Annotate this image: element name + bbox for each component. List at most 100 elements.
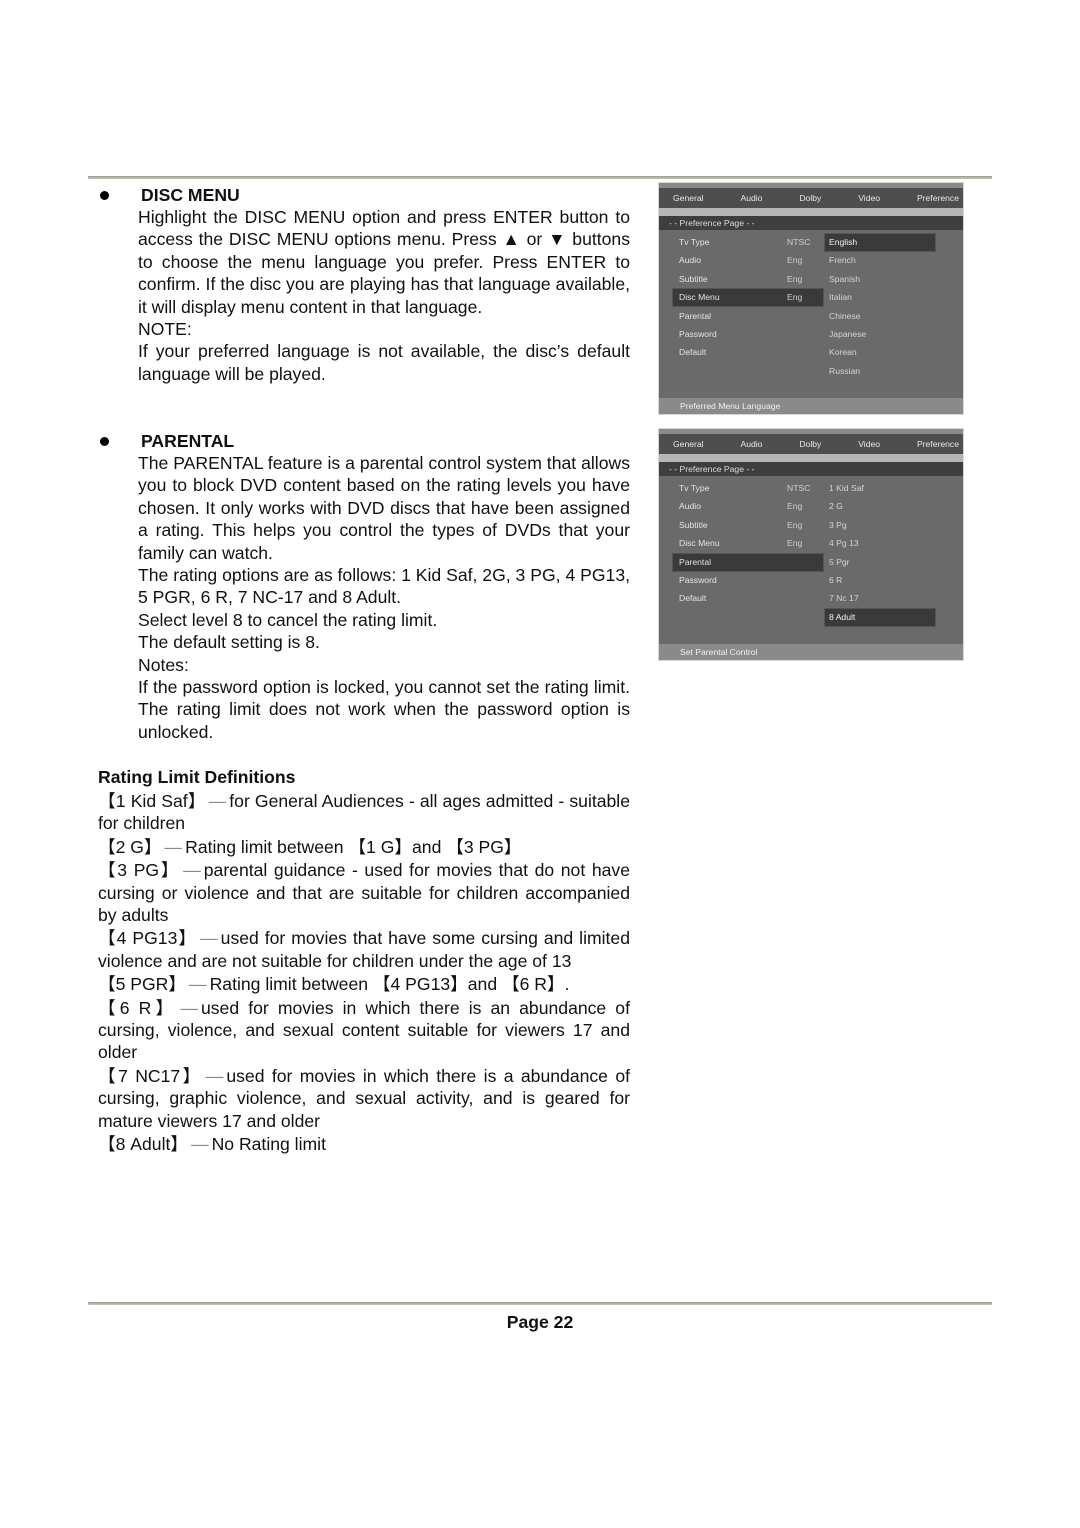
rating-definition-item: 【7 NC17】 — used for movies in which there … bbox=[98, 1065, 630, 1132]
osd-option: Italian bbox=[829, 292, 852, 303]
osd-tab-general: General bbox=[673, 439, 704, 449]
osd-option: Korean bbox=[829, 347, 857, 358]
disc-menu-paragraph: Highlight the DISC MENU option and press… bbox=[138, 207, 630, 317]
osd-disc-menu-screenshot: General Audio Dolby Video Preference - - Pre… bbox=[659, 183, 963, 414]
parental-default-text: The default setting is 8. bbox=[138, 632, 320, 653]
bullet-icon bbox=[100, 190, 109, 200]
dash-separator: — bbox=[200, 928, 218, 949]
osd-row-audio: Audio Eng bbox=[673, 252, 823, 269]
rating-tag: 【7 NC17】 bbox=[98, 1065, 203, 1086]
osd-row-label: Subtitle bbox=[679, 273, 708, 284]
osd-row-default: Default bbox=[673, 590, 823, 607]
disc-menu-note-label: NOTE: bbox=[138, 319, 192, 340]
rating-tag: 【3 PG】 bbox=[98, 860, 181, 881]
bullet-icon bbox=[100, 436, 109, 446]
osd-row-label: Default bbox=[679, 347, 707, 358]
disc-menu-heading: DISC MENU bbox=[98, 184, 630, 206]
osd-row-disc-menu: Disc Menu Eng bbox=[673, 535, 823, 552]
osd-page-title: - - Preference Page - - bbox=[659, 462, 963, 476]
osd-option: 7 Nc 17 bbox=[829, 593, 859, 604]
osd-option: French bbox=[829, 255, 856, 266]
osd-row-label: Parental bbox=[679, 556, 712, 567]
dash-separator: — bbox=[189, 974, 207, 995]
rating-description: No Rating limit bbox=[211, 1134, 326, 1155]
osd-row-value: NTSC bbox=[787, 483, 811, 493]
osd-row-password: Password bbox=[673, 326, 823, 343]
dash-separator: — bbox=[164, 836, 183, 857]
rating-tag: 【4 PG13】 bbox=[98, 928, 198, 949]
osd-row-audio: Audio Eng bbox=[673, 498, 823, 515]
osd-option: Russian bbox=[829, 365, 861, 376]
parental-notes: If the password option is locked, you ca… bbox=[138, 677, 630, 742]
osd-row-label: Default bbox=[679, 593, 707, 604]
osd-row-value: NTSC bbox=[787, 237, 811, 247]
dash-separator: — bbox=[183, 860, 201, 881]
osd-tab-dolby: Dolby bbox=[799, 193, 822, 203]
osd-tab-preference: Preference bbox=[916, 193, 959, 203]
footer-rule bbox=[88, 1302, 992, 1305]
osd-row-value: Eng bbox=[787, 538, 803, 549]
osd-row-default: Default bbox=[673, 344, 823, 361]
rating-definition-item: 【8 Adult】 — No Rating limit bbox=[98, 1133, 630, 1155]
osd-row-tv-type: Tv Type NTSC bbox=[673, 480, 823, 497]
rating-definition-item: 【6 R】 — used for movies in which there is … bbox=[98, 997, 630, 1064]
osd-option: 8 Adult bbox=[825, 608, 935, 626]
parental-title: PARENTAL bbox=[141, 431, 235, 451]
osd-option: Spanish bbox=[829, 273, 861, 284]
osd-row-value: Eng bbox=[787, 501, 803, 512]
osd-tab-general: General bbox=[673, 193, 704, 203]
osd-row-label: Audio bbox=[679, 501, 701, 512]
osd-row-label: Tv Type bbox=[679, 237, 710, 247]
osd-row-parental: Parental bbox=[673, 308, 823, 325]
osd-option: Chinese bbox=[829, 310, 861, 321]
rating-tag: 【8 Adult】 bbox=[98, 1134, 188, 1155]
osd-option: 4 Pg 13 bbox=[829, 538, 859, 549]
disc-menu-section: DISC MENU Highlight the DISC MENU option… bbox=[98, 184, 630, 385]
osd-row-password: Password bbox=[673, 572, 823, 589]
osd-option: 1 Kid Saf bbox=[829, 483, 864, 493]
rating-tag: 【6 R】 bbox=[98, 997, 178, 1018]
osd-option: 3 Pg bbox=[829, 519, 847, 530]
rating-definition-item: 【5 PGR】 — Rating limit between 【4 PG13】and… bbox=[98, 973, 630, 995]
osd-panel: Tv Type NTSC Audio Eng Subtitle Eng Disc Menu E… bbox=[659, 230, 963, 398]
rating-definition-item: 【1 Kid Saf】 — for General Audiences - all … bbox=[98, 790, 630, 835]
rating-definition-item: 【4 PG13】 — used for movies that have some … bbox=[98, 927, 630, 972]
parental-options-text: The rating options are as follows: 1 Kid… bbox=[138, 565, 630, 608]
osd-row-label: Disc Menu bbox=[679, 292, 720, 303]
osd-row-disc-menu: Disc Menu Eng bbox=[673, 289, 823, 307]
disc-menu-note: If your preferred language is not availa… bbox=[138, 341, 630, 384]
osd-tab-preference: Preference bbox=[916, 439, 959, 449]
osd-panel: Tv Type NTSC Audio Eng Subtitle Eng Disc Menu E… bbox=[659, 476, 963, 644]
rating-definition-item: 【2 G】 — Rating limit between 【1 G】and 【3 P… bbox=[98, 836, 630, 858]
disc-menu-title: DISC MENU bbox=[141, 185, 240, 205]
dash-separator: — bbox=[208, 791, 227, 811]
header-rule bbox=[88, 176, 992, 179]
rating-definitions: Rating Limit Definitions 【1 Kid Saf】 — for… bbox=[98, 766, 630, 1157]
osd-row-value: Eng bbox=[787, 292, 803, 303]
rating-definitions-heading: Rating Limit Definitions bbox=[98, 767, 296, 787]
dash-separator: — bbox=[180, 997, 198, 1018]
rating-definition-item: 【3 PG】 — parental guidance - used for movi… bbox=[98, 859, 630, 926]
parental-notes-label: Notes: bbox=[138, 654, 189, 675]
osd-tab-audio: Audio bbox=[740, 193, 763, 203]
osd-row-label: Tv Type bbox=[679, 483, 710, 493]
page-number: Page 22 bbox=[506, 1312, 574, 1332]
osd-status: Preferred Menu Language bbox=[659, 398, 963, 414]
rating-tag: 【1 Kid Saf】 bbox=[98, 791, 206, 811]
osd-row-label: Password bbox=[679, 329, 717, 339]
osd-row-parental: Parental bbox=[673, 553, 823, 571]
rating-description: used for movies in which there is an abu… bbox=[98, 997, 630, 1063]
parental-heading: PARENTAL bbox=[98, 430, 630, 452]
osd-row-label: Disc Menu bbox=[679, 538, 720, 549]
osd-option: English bbox=[825, 234, 935, 251]
osd-tabs: General Audio Dolby Video Preference bbox=[659, 434, 963, 454]
osd-option: 2 G bbox=[829, 501, 843, 512]
osd-row-subtitle: Subtitle Eng bbox=[673, 517, 823, 534]
osd-row-value: Eng bbox=[787, 255, 803, 266]
osd-tab-dolby: Dolby bbox=[799, 439, 822, 449]
parental-paragraph: The PARENTAL feature is a parental contr… bbox=[138, 453, 630, 563]
dash-separator: — bbox=[190, 1134, 209, 1155]
dash-separator: — bbox=[205, 1065, 224, 1086]
osd-row-value: Eng bbox=[787, 519, 803, 530]
rating-description: Rating limit between 【4 PG13】and 【6 R】. bbox=[209, 974, 570, 995]
